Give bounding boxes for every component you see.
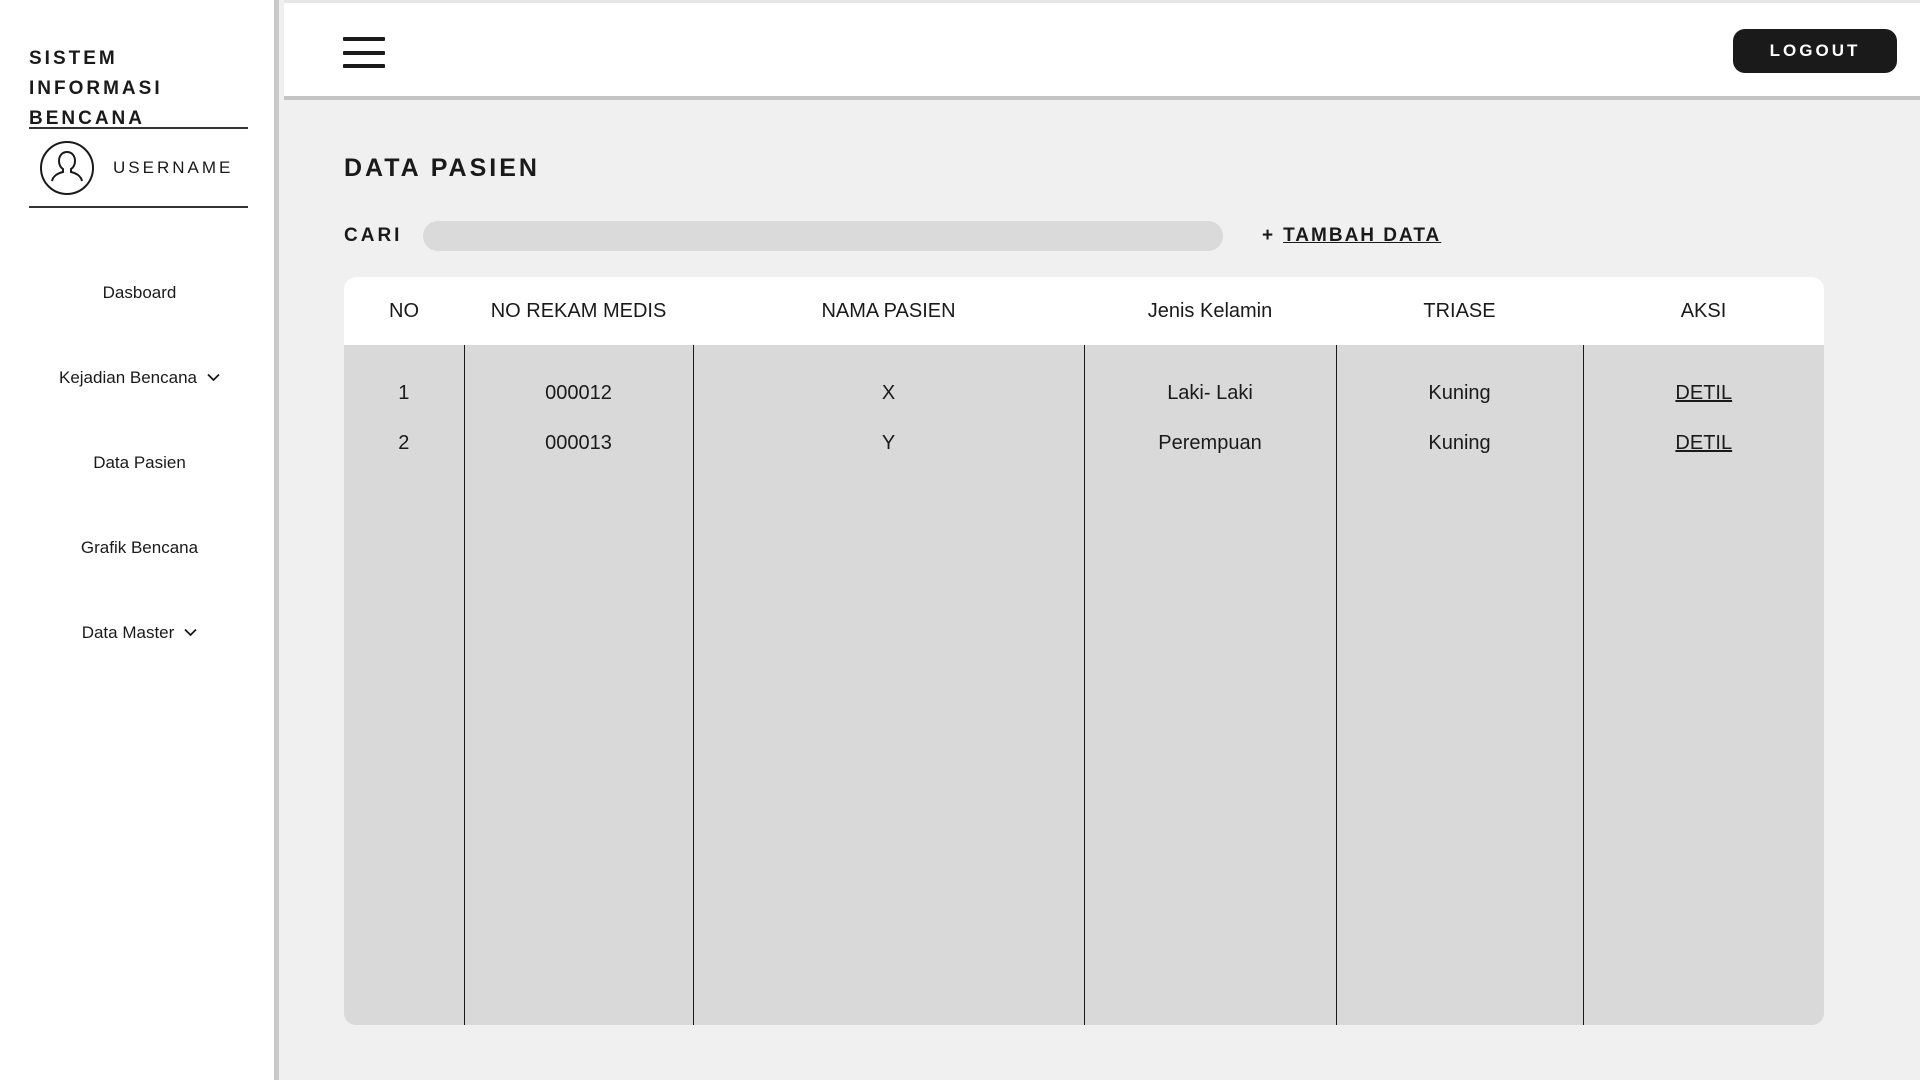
cell-no: 2 — [398, 432, 410, 454]
table-header-row: NO NO REKAM MEDIS NAMA PASIEN Jenis Kela… — [344, 277, 1824, 345]
user-profile[interactable]: USERNAME — [29, 127, 248, 208]
brand-title: SISTEM INFORMASI BENCANA — [29, 44, 259, 134]
column-header-jenis-kelamin: Jenis Kelamin — [1147, 299, 1273, 322]
column-header-no: NO — [389, 299, 419, 322]
sidebar-item-grafik-bencana[interactable]: Grafik Bencana — [0, 505, 279, 590]
chevron-down-icon — [184, 628, 197, 637]
sidebar-item-label: Dasboard — [102, 282, 177, 302]
username-label: USERNAME — [113, 157, 234, 177]
table-empty-space — [344, 464, 1824, 1025]
detil-link[interactable]: DETIL — [1675, 432, 1732, 454]
add-data-label: TAMBAH DATA — [1283, 225, 1442, 246]
cell-rekam-medis: 000013 — [463, 414, 693, 464]
detil-link[interactable]: DETIL — [1675, 382, 1732, 404]
sidebar-item-kejadian-bencana[interactable]: Kejadian Bencana — [0, 335, 279, 420]
cell-aksi: DETIL — [1582, 345, 1824, 414]
search-input[interactable] — [423, 221, 1223, 251]
add-data-link[interactable]: + TAMBAH DATA — [1262, 225, 1441, 247]
cell-jenis-kelamin: Laki- Laki — [1083, 345, 1336, 414]
sidebar: SISTEM INFORMASI BENCANA USERNAME Dasboa… — [0, 0, 279, 1080]
table-row: 2 000013 Y Perempuan Kuning DETIL — [344, 414, 1824, 464]
sidebar-item-dasboard[interactable]: Dasboard — [0, 250, 279, 335]
cell-no: 1 — [398, 382, 410, 404]
sidebar-item-data-pasien[interactable]: Data Pasien — [0, 420, 279, 505]
sidebar-item-data-master[interactable]: Data Master — [0, 590, 279, 675]
column-header-nama-pasien: NAMA PASIEN — [821, 299, 956, 322]
sidebar-nav: Dasboard Kejadian Bencana Data Pasien Gr… — [0, 250, 279, 675]
sidebar-item-label: Data Master — [81, 622, 175, 642]
hamburger-bar — [343, 64, 385, 68]
search-label: CARI — [344, 225, 403, 246]
hamburger-menu-icon[interactable] — [343, 37, 385, 68]
sidebar-item-label: Grafik Bencana — [80, 537, 199, 557]
sidebar-item-label: Data Pasien — [93, 452, 186, 472]
cell-rekam-medis: 000012 — [463, 345, 693, 414]
column-header-aksi: AKSI — [1680, 299, 1727, 322]
chevron-down-icon — [207, 373, 220, 382]
plus-icon: + — [1262, 225, 1276, 246]
top-header: LOGOUT — [284, 0, 1920, 100]
cell-triase: Kuning — [1335, 345, 1583, 414]
cell-nama-pasien: X — [692, 345, 1084, 414]
user-avatar-icon — [40, 140, 94, 195]
cell-aksi: DETIL — [1582, 414, 1824, 464]
brand-line-1: SISTEM INFORMASI — [29, 48, 163, 99]
hamburger-bar — [343, 50, 385, 55]
table-row: 1 000012 X Laki- Laki Kuning DETIL — [344, 345, 1824, 414]
patient-table: NO NO REKAM MEDIS NAMA PASIEN Jenis Kela… — [344, 277, 1824, 1025]
cell-nama-pasien: Y — [692, 414, 1084, 464]
logout-button[interactable]: LOGOUT — [1733, 29, 1897, 73]
column-header-rekam-medis: NO REKAM MEDIS — [490, 299, 667, 322]
column-header-triase: TRIASE — [1423, 299, 1496, 322]
hamburger-bar — [343, 37, 385, 41]
page-title: DATA PASIEN — [344, 154, 540, 182]
cell-jenis-kelamin: Perempuan — [1083, 414, 1336, 464]
cell-triase: Kuning — [1335, 414, 1583, 464]
app-root: SISTEM INFORMASI BENCANA USERNAME Dasboa… — [0, 0, 1920, 1080]
sidebar-item-label: Kejadian Bencana — [58, 367, 197, 387]
